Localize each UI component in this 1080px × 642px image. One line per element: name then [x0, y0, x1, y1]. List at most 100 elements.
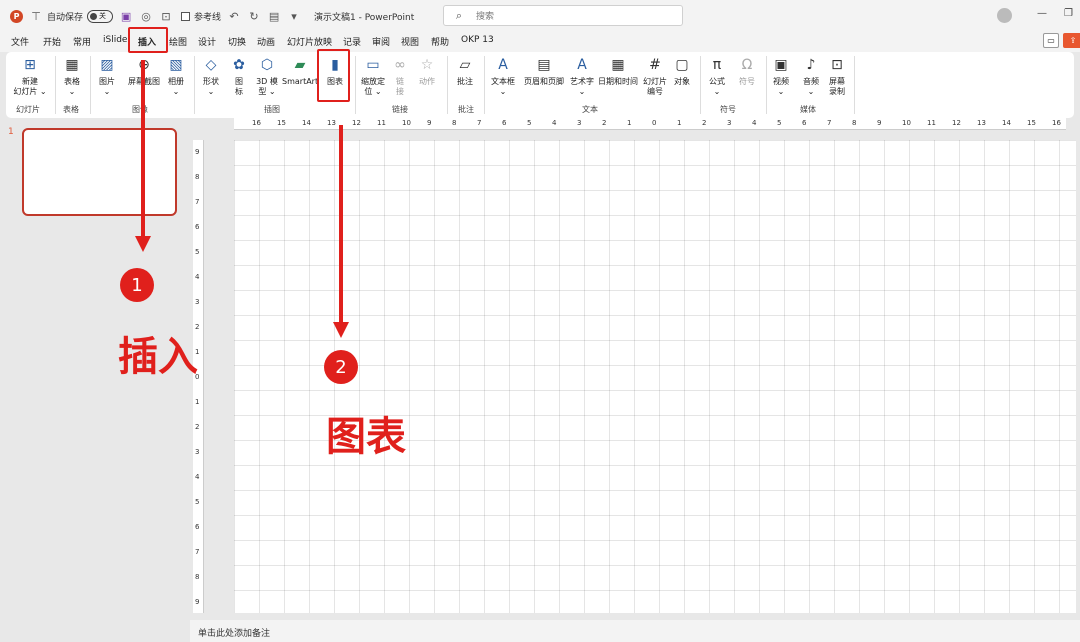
- wordart-icon: A: [577, 57, 587, 73]
- present-icon[interactable]: ⊤: [29, 9, 43, 23]
- ruler-tick-label: 2: [195, 423, 200, 431]
- insert-tab-highlight: [128, 27, 168, 53]
- ruler-tick-label: 16: [1052, 119, 1061, 127]
- tab-record[interactable]: 记录: [343, 35, 361, 48]
- tab-view[interactable]: 视图: [401, 35, 419, 48]
- tab-okp[interactable]: OKP 13: [461, 35, 494, 45]
- reference-checkbox[interactable]: [181, 11, 191, 21]
- comment-button[interactable]: ▱ 批注: [450, 55, 480, 87]
- smartart-button[interactable]: ▰ SmartArt: [282, 55, 318, 87]
- link-button[interactable]: ∞ 链 接: [390, 55, 410, 97]
- ruler-tick-label: 8: [195, 573, 200, 581]
- datetime-button[interactable]: ▦ 日期和时间: [596, 55, 640, 87]
- group-label-comments: 批注: [458, 105, 474, 114]
- group-label-media: 媒体: [800, 105, 816, 114]
- search-box[interactable]: ⌕ 搜索: [443, 5, 683, 26]
- group-label-illustrations: 插图: [264, 105, 280, 114]
- redo-icon[interactable]: ↻: [247, 9, 261, 23]
- tab-file[interactable]: 文件: [11, 35, 29, 48]
- tab-islide[interactable]: iSlide: [103, 35, 127, 45]
- ruler-tick-label: 13: [977, 119, 986, 127]
- tab-home[interactable]: 开始: [43, 35, 61, 48]
- ruler-tick-label: 4: [552, 119, 557, 127]
- slide-number-button[interactable]: # 幻灯片 编号: [640, 55, 670, 97]
- tab-animations[interactable]: 动画: [257, 35, 275, 48]
- ruler-tick-label: 9: [877, 119, 882, 127]
- customize-toolbar-icon[interactable]: ▾: [287, 9, 301, 23]
- group-label-text: 文本: [582, 105, 598, 114]
- tab-transitions[interactable]: 切换: [228, 35, 246, 48]
- ruler-tick-label: 0: [652, 119, 657, 127]
- autosave-label: 自动保存: [47, 12, 84, 23]
- ruler-tick-label: 15: [1027, 119, 1036, 127]
- minimize-icon[interactable]: —: [1037, 8, 1047, 19]
- object-button[interactable]: ▢ 对象: [670, 55, 694, 87]
- save-icon[interactable]: ▣: [119, 9, 133, 23]
- tab-draw[interactable]: 绘图: [169, 35, 187, 48]
- textbox-icon: A: [498, 57, 508, 73]
- notes-placeholder[interactable]: 单击此处添加备注: [190, 620, 1080, 642]
- ruler-tick-label: 3: [195, 448, 200, 456]
- screen-record-button[interactable]: ⊡ 屏幕 录制: [824, 55, 850, 97]
- textbox-icon[interactable]: ⊡: [159, 9, 173, 23]
- icons-button[interactable]: ✿ 图 标: [228, 55, 250, 97]
- slide-number-icon: #: [649, 57, 661, 73]
- ruler-tick-label: 7: [827, 119, 832, 127]
- wordart-button[interactable]: A 艺术字 ⌄: [568, 55, 596, 97]
- ruler-tick-label: 16: [252, 119, 261, 127]
- video-button[interactable]: ▣ 视频 ⌄: [768, 55, 794, 97]
- object-icon: ▢: [675, 57, 689, 73]
- format-painter-icon[interactable]: ◎: [139, 9, 153, 23]
- tab-common[interactable]: 常用: [73, 35, 91, 48]
- header-footer-button[interactable]: ▤ 页眉和页脚: [522, 55, 566, 87]
- 3d-model-button[interactable]: ⬡ 3D 模 型 ⌄: [254, 55, 280, 97]
- step-1-label: 插入: [118, 334, 198, 380]
- autosave-toggle[interactable]: 关: [87, 9, 114, 23]
- restore-icon[interactable]: ❐: [1064, 8, 1073, 19]
- picture-button[interactable]: ▨ 图片 ⌄: [94, 55, 120, 97]
- textbox-button[interactable]: A 文本框 ⌄: [488, 55, 518, 97]
- tab-review[interactable]: 审阅: [372, 35, 390, 48]
- share-icon[interactable]: ⇪: [1063, 33, 1080, 48]
- search-placeholder: 搜索: [476, 12, 495, 22]
- ruler-tick-label: 3: [727, 119, 732, 127]
- step-2-badge: 2: [324, 350, 358, 384]
- video-icon: ▣: [774, 57, 788, 73]
- new-slide-button[interactable]: ⊞ 新建 幻灯片 ⌄: [12, 55, 48, 97]
- action-button[interactable]: ☆ 动作: [416, 55, 438, 87]
- slide-thumbnail[interactable]: [22, 128, 177, 216]
- audio-button[interactable]: ♪ 音频 ⌄: [798, 55, 824, 97]
- symbol-button[interactable]: Ω 符号: [734, 55, 760, 87]
- group-label-slides: 幻灯片: [16, 105, 40, 114]
- chart-button-highlight: [317, 49, 350, 102]
- icons-icon: ✿: [233, 57, 245, 73]
- ruler-tick-label: 13: [327, 119, 336, 127]
- undo-icon[interactable]: ↶: [227, 9, 241, 23]
- header-footer-icon: ▤: [537, 57, 551, 73]
- shapes-button[interactable]: ◇ 形状 ⌄: [198, 55, 224, 97]
- ruler-tick-label: 2: [702, 119, 707, 127]
- reference-label: 参考线: [194, 12, 222, 23]
- ruler-tick-label: 7: [477, 119, 482, 127]
- ribbon: ⊞ 新建 幻灯片 ⌄ ▦ 表格 ⌄ ▨ 图片 ⌄ ⊕ 屏幕截图 ▧ 相册 ⌄ ◇…: [6, 52, 1074, 118]
- comments-icon[interactable]: ▭: [1043, 33, 1059, 48]
- avatar[interactable]: [997, 8, 1012, 23]
- ruler-tick-label: 4: [752, 119, 757, 127]
- zoom-button[interactable]: ▭ 缩放定 位 ⌄: [358, 55, 388, 97]
- slide-number: 1: [8, 127, 14, 137]
- step-2-label: 图表: [326, 414, 406, 460]
- table-button[interactable]: ▦ 表格 ⌄: [58, 55, 86, 97]
- horizontal-ruler: 16 15 14 13 12 11 10 9 8 7 6 5 4 3 2 1 0 1 2 3 4 5 6 7 8 9 10 11 12 1…: [234, 118, 1066, 130]
- ruler-tick-label: 4: [195, 473, 200, 481]
- ruler-tick-label: 8: [452, 119, 457, 127]
- tab-help[interactable]: 帮助: [431, 35, 449, 48]
- tab-design[interactable]: 设计: [198, 35, 216, 48]
- ruler-tick-label: 9: [195, 148, 200, 156]
- album-button[interactable]: ▧ 相册 ⌄: [164, 55, 188, 97]
- ruler-tick-label: 1: [627, 119, 632, 127]
- ruler-tick-label: 9: [195, 598, 200, 606]
- layout-icon[interactable]: ▤: [267, 9, 281, 23]
- equation-button[interactable]: π 公式 ⌄: [704, 55, 730, 97]
- slide-canvas[interactable]: [234, 140, 1076, 613]
- tab-slideshow[interactable]: 幻灯片放映: [287, 35, 332, 48]
